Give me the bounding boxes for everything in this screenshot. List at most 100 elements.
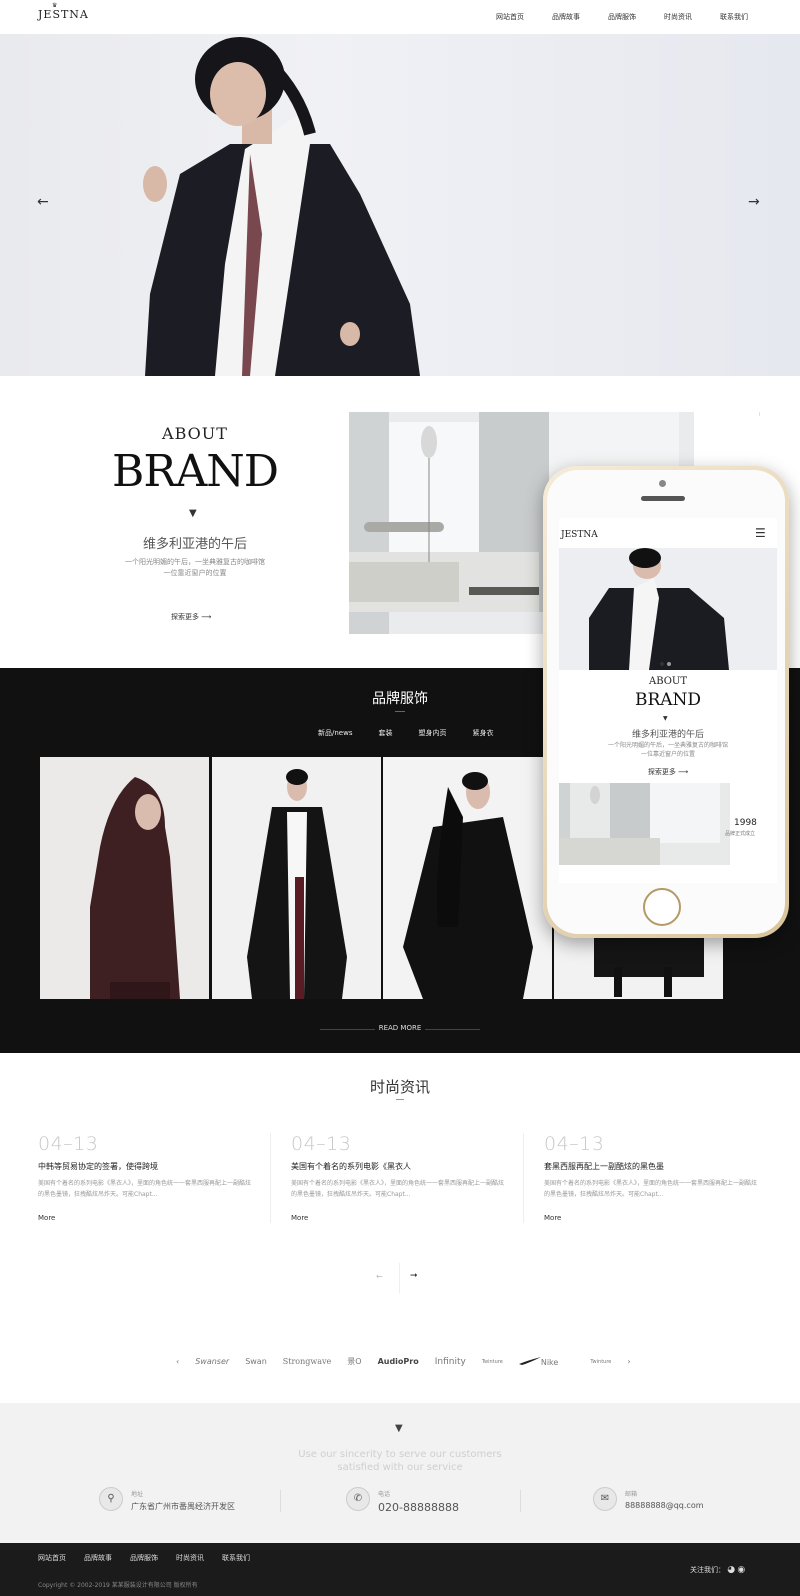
funnel-icon: ▼: [395, 1423, 403, 1434]
nav-brand-apparel[interactable]: 品牌服饰: [608, 12, 636, 22]
news-item[interactable]: 04–13 套黑西服再配上一副酷炫的黑色墨 美国有个着名的系列电影《黑衣人》，里…: [544, 1133, 764, 1222]
weibo-icon[interactable]: ◉: [737, 1565, 745, 1575]
partner-logo: Strongwave: [282, 1357, 332, 1366]
news-next-button[interactable]: ➞: [410, 1271, 418, 1281]
news-date: 04–13: [291, 1133, 352, 1155]
pager-divider: [399, 1263, 400, 1293]
news-excerpt: 美国有个着名的系列电影《黑衣人》，里面的角色统一一套黑西服再配上一副酷炫 的黑色墨…: [38, 1180, 252, 1198]
read-more-link[interactable]: READ MORE: [0, 1024, 800, 1032]
nav-fashion-news[interactable]: 时尚资讯: [664, 12, 692, 22]
footer-nav-home[interactable]: 网站首页: [38, 1553, 66, 1563]
news-item[interactable]: 04–13 美国有个着名的系列电影《黑衣人 美国有个着名的系列电影《黑衣人》，里…: [291, 1133, 511, 1222]
news-title[interactable]: 套黑西服再配上一副酷炫的黑色墨: [544, 1161, 764, 1172]
product-image-black-cape: [247, 769, 347, 999]
about-big-title: BRAND: [111, 446, 279, 497]
news-prev-button[interactable]: ←: [376, 1272, 383, 1281]
contact-divider: [280, 1490, 281, 1512]
phone-hero-image: [559, 548, 777, 670]
phone-more-link[interactable]: 探索更多 ⟶: [559, 767, 777, 777]
explore-more-link[interactable]: 探索更多 ⟶: [171, 612, 211, 622]
news-more-link[interactable]: More: [38, 1214, 258, 1222]
news-section-title: 时尚资讯: [369, 1078, 430, 1096]
footer-nav: 网站首页 品牌故事 品牌服饰 时尚资讯 联系我们: [38, 1553, 268, 1563]
follow-us: 关注我们： ◕ ◉: [690, 1565, 746, 1575]
partner-logo: AudioPro: [377, 1357, 419, 1366]
phone-description: 一个阳光明媚的午后，一坐典雅复古的咖啡馆 一位靠近窗户的位置: [607, 742, 728, 758]
tab-suits[interactable]: 套装: [378, 728, 392, 738]
partner-logo: Twinture: [590, 1358, 612, 1365]
news-date: 04–13: [544, 1133, 605, 1155]
title-divider: [396, 1099, 404, 1100]
hero-model-image: [143, 37, 420, 376]
footer-nav-contact[interactable]: 联系我们: [222, 1553, 250, 1563]
contact-email: ✉ 邮箱 88888888@qq.com: [593, 1487, 704, 1511]
news-excerpt: 美国有个着名的系列电影《黑衣人》，里面的角色统一一套黑西服再配上一副酷炫 的黑色墨…: [544, 1180, 758, 1198]
phone-year-caption: 品牌正式成立: [725, 831, 756, 837]
nav-home[interactable]: 网站首页: [496, 12, 524, 22]
news-item[interactable]: 04–13 中韩等贸易协定的签署，使得跨境 美国有个着名的系列电影《黑衣人》，里…: [38, 1133, 258, 1222]
tab-shapewear[interactable]: 塑身内页: [418, 728, 446, 738]
arrow-right-icon: ⟶: [201, 613, 212, 621]
logo[interactable]: ♛ JESTNA: [38, 2, 89, 21]
phone-year: 1998: [734, 818, 757, 828]
contact-slogan: Use our sincerity to serve our customers…: [298, 1449, 502, 1473]
mail-icon: ✉: [593, 1487, 617, 1511]
readmore-line-right: [425, 1029, 480, 1030]
menu-icon[interactable]: ☰: [755, 526, 766, 540]
contact-address: ⚲ 地址 广东省广州市番禺经济开发区: [99, 1487, 235, 1512]
partner-logo: Twinture: [481, 1358, 503, 1365]
wechat-icon[interactable]: ◕: [727, 1565, 735, 1575]
product-image-black-jacket: [403, 772, 533, 999]
tab-tights[interactable]: 紧身衣: [472, 728, 493, 738]
phone-funnel-icon: ▼: [663, 715, 668, 722]
footer-nav-brand-story[interactable]: 品牌故事: [84, 1553, 112, 1563]
nike-swoosh-icon: Nike: [518, 1356, 574, 1367]
news-divider: [270, 1133, 271, 1223]
partner-logo: Swanser: [195, 1357, 230, 1366]
partners-prev-arrow-icon[interactable]: ‹: [176, 1357, 179, 1366]
product-card[interactable]: [40, 757, 209, 999]
phone-interior-image: [559, 783, 730, 865]
partner-logo: Infinity: [434, 1356, 466, 1367]
footer-nav-brand-apparel[interactable]: 品牌服饰: [130, 1553, 158, 1563]
crown-icon: ♛: [52, 2, 59, 9]
nav-brand-story[interactable]: 品牌故事: [552, 12, 580, 22]
brand-tabs: 新品/news 套装 塑身内页 紧身衣: [318, 728, 519, 738]
news-divider: [523, 1133, 524, 1223]
news-title[interactable]: 中韩等贸易协定的签署，使得跨境: [38, 1161, 258, 1172]
contact-phone: ✆ 电话 020-88888888: [346, 1487, 459, 1514]
news-date: 04–13: [38, 1133, 99, 1155]
phone-logo: JESTNA: [561, 530, 598, 540]
news-excerpt: 美国有个着名的系列电影《黑衣人》，里面的角色统一一套黑西服再配上一副酷炫 的黑色墨…: [291, 1180, 505, 1198]
nav-contact[interactable]: 联系我们: [720, 12, 748, 22]
phone-about-big: BRAND: [634, 690, 702, 710]
news-more-link[interactable]: More: [291, 1214, 511, 1222]
about-small-title: ABOUT: [162, 424, 228, 443]
phone-about-small: ABOUT: [648, 676, 688, 687]
news-more-link[interactable]: More: [544, 1214, 764, 1222]
product-card[interactable]: [383, 757, 552, 999]
vertical-caption: —: [757, 412, 762, 416]
tab-new[interactable]: 新品/news: [318, 728, 352, 738]
partner-logo: Swan: [245, 1357, 267, 1366]
site-header: ♛ JESTNA 网站首页 品牌故事 品牌服饰 时尚资讯 联系我们: [0, 0, 800, 34]
hero-prev-arrow-icon[interactable]: ←: [37, 194, 49, 210]
contact-divider: [520, 1490, 521, 1512]
copyright-text: Copyright © 2002-2019 某某服装设计有限公司 版权所有: [38, 1582, 198, 1589]
hero-next-arrow-icon[interactable]: →: [748, 194, 760, 210]
funnel-icon: ▼: [189, 508, 197, 519]
main-nav: 网站首页 品牌故事 品牌服饰 时尚资讯 联系我们: [496, 12, 776, 22]
footer-nav-fashion-news[interactable]: 时尚资讯: [176, 1553, 204, 1563]
phone-icon: ✆: [346, 1487, 370, 1511]
product-card[interactable]: [212, 757, 381, 999]
phone-speaker: [641, 496, 685, 501]
phone-subtitle: 维多利亚港的午后: [631, 730, 704, 740]
news-title[interactable]: 美国有个着名的系列电影《黑衣人: [291, 1161, 511, 1172]
phone-screen: JESTNA ☰ ABOUT BRAND ▼ 维多利亚港的午后 一个阳光明媚的午…: [559, 518, 777, 883]
partners-next-arrow-icon[interactable]: ›: [627, 1357, 630, 1366]
phone-camera: [659, 480, 666, 487]
phone-home-button: [643, 888, 681, 926]
hero-banner: ← →: [0, 34, 800, 376]
partner-logos: ‹ Swanser Swan Strongwave 景O AudioPro In…: [176, 1356, 647, 1367]
product-image-maroon-hoodie: [90, 777, 180, 999]
